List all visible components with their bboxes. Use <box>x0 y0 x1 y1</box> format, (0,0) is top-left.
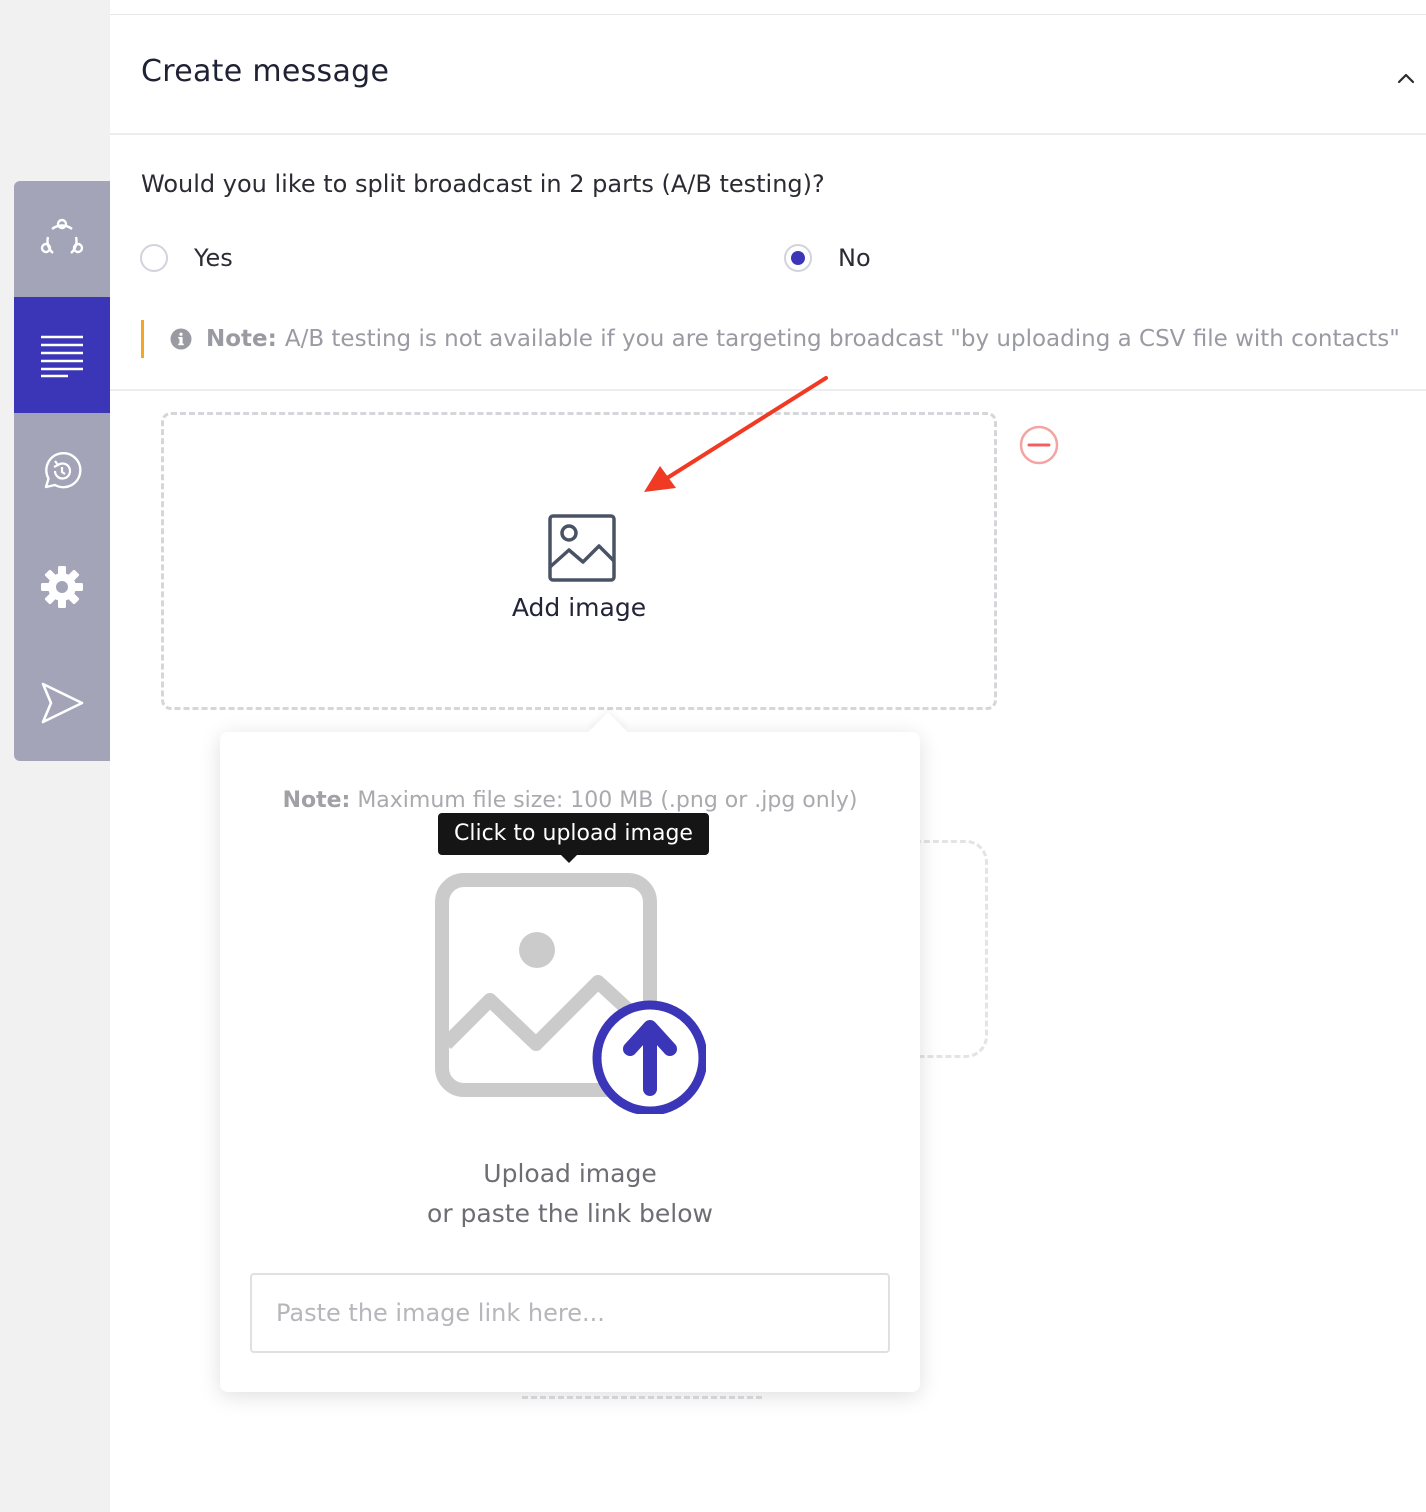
radio-yes[interactable]: Yes <box>140 240 233 276</box>
upload-text-line2: or paste the link below <box>427 1199 713 1228</box>
ab-test-note: Note: A/B testing is not available if yo… <box>170 326 1400 352</box>
upload-text-line1: Upload image <box>483 1159 657 1188</box>
whatsapp-icon <box>44 452 82 489</box>
message-lines-icon <box>41 335 83 378</box>
sidebar-item-followup[interactable] <box>14 413 110 529</box>
note-divider <box>110 389 1426 391</box>
radio-no-circle[interactable] <box>784 244 812 272</box>
upload-popover: Note: Maximum file size: 100 MB (.png or… <box>220 712 920 1392</box>
upload-tooltip: Click to upload image <box>438 813 709 863</box>
sidebar <box>14 181 110 761</box>
gear-icon <box>41 566 83 608</box>
send-icon <box>41 682 84 724</box>
sidebar-item-audience[interactable] <box>14 181 110 297</box>
remove-circle-icon[interactable] <box>1018 424 1060 466</box>
note-accent-bar <box>141 320 144 358</box>
radio-no-dot <box>791 251 805 265</box>
top-divider <box>110 14 1426 15</box>
image-link-input[interactable] <box>250 1273 890 1353</box>
image-icon <box>548 514 616 582</box>
radio-yes-circle[interactable] <box>140 244 168 272</box>
chevron-up-icon[interactable] <box>1394 66 1418 90</box>
upload-image-icon[interactable] <box>434 872 706 1114</box>
file-size-note-label: Note: <box>282 788 351 813</box>
radio-no[interactable]: No <box>784 240 871 276</box>
add-image-label: Add image <box>511 593 647 622</box>
sidebar-item-settings[interactable] <box>14 529 110 645</box>
radio-no-label: No <box>838 244 871 272</box>
sidebar-item-message[interactable] <box>14 297 110 413</box>
ab-test-note-text: A/B testing is not available if you are … <box>284 326 1400 352</box>
add-image-dropzone[interactable]: Add image <box>161 412 997 710</box>
info-icon <box>170 328 192 350</box>
ab-test-note-label: Note: <box>206 326 277 352</box>
radio-yes-label: Yes <box>194 244 233 272</box>
upload-instructions: Upload image or paste the link below <box>220 1154 920 1234</box>
header-divider <box>110 133 1426 135</box>
file-size-note: Note: Maximum file size: 100 MB (.png or… <box>220 788 920 813</box>
sidebar-item-send[interactable] <box>14 645 110 761</box>
section-title: Create message <box>141 54 390 89</box>
file-size-note-text: Maximum file size: 100 MB (.png or .jpg … <box>357 788 858 813</box>
ab-test-question: Would you like to split broadcast in 2 p… <box>141 170 825 198</box>
audience-icon <box>40 218 84 254</box>
